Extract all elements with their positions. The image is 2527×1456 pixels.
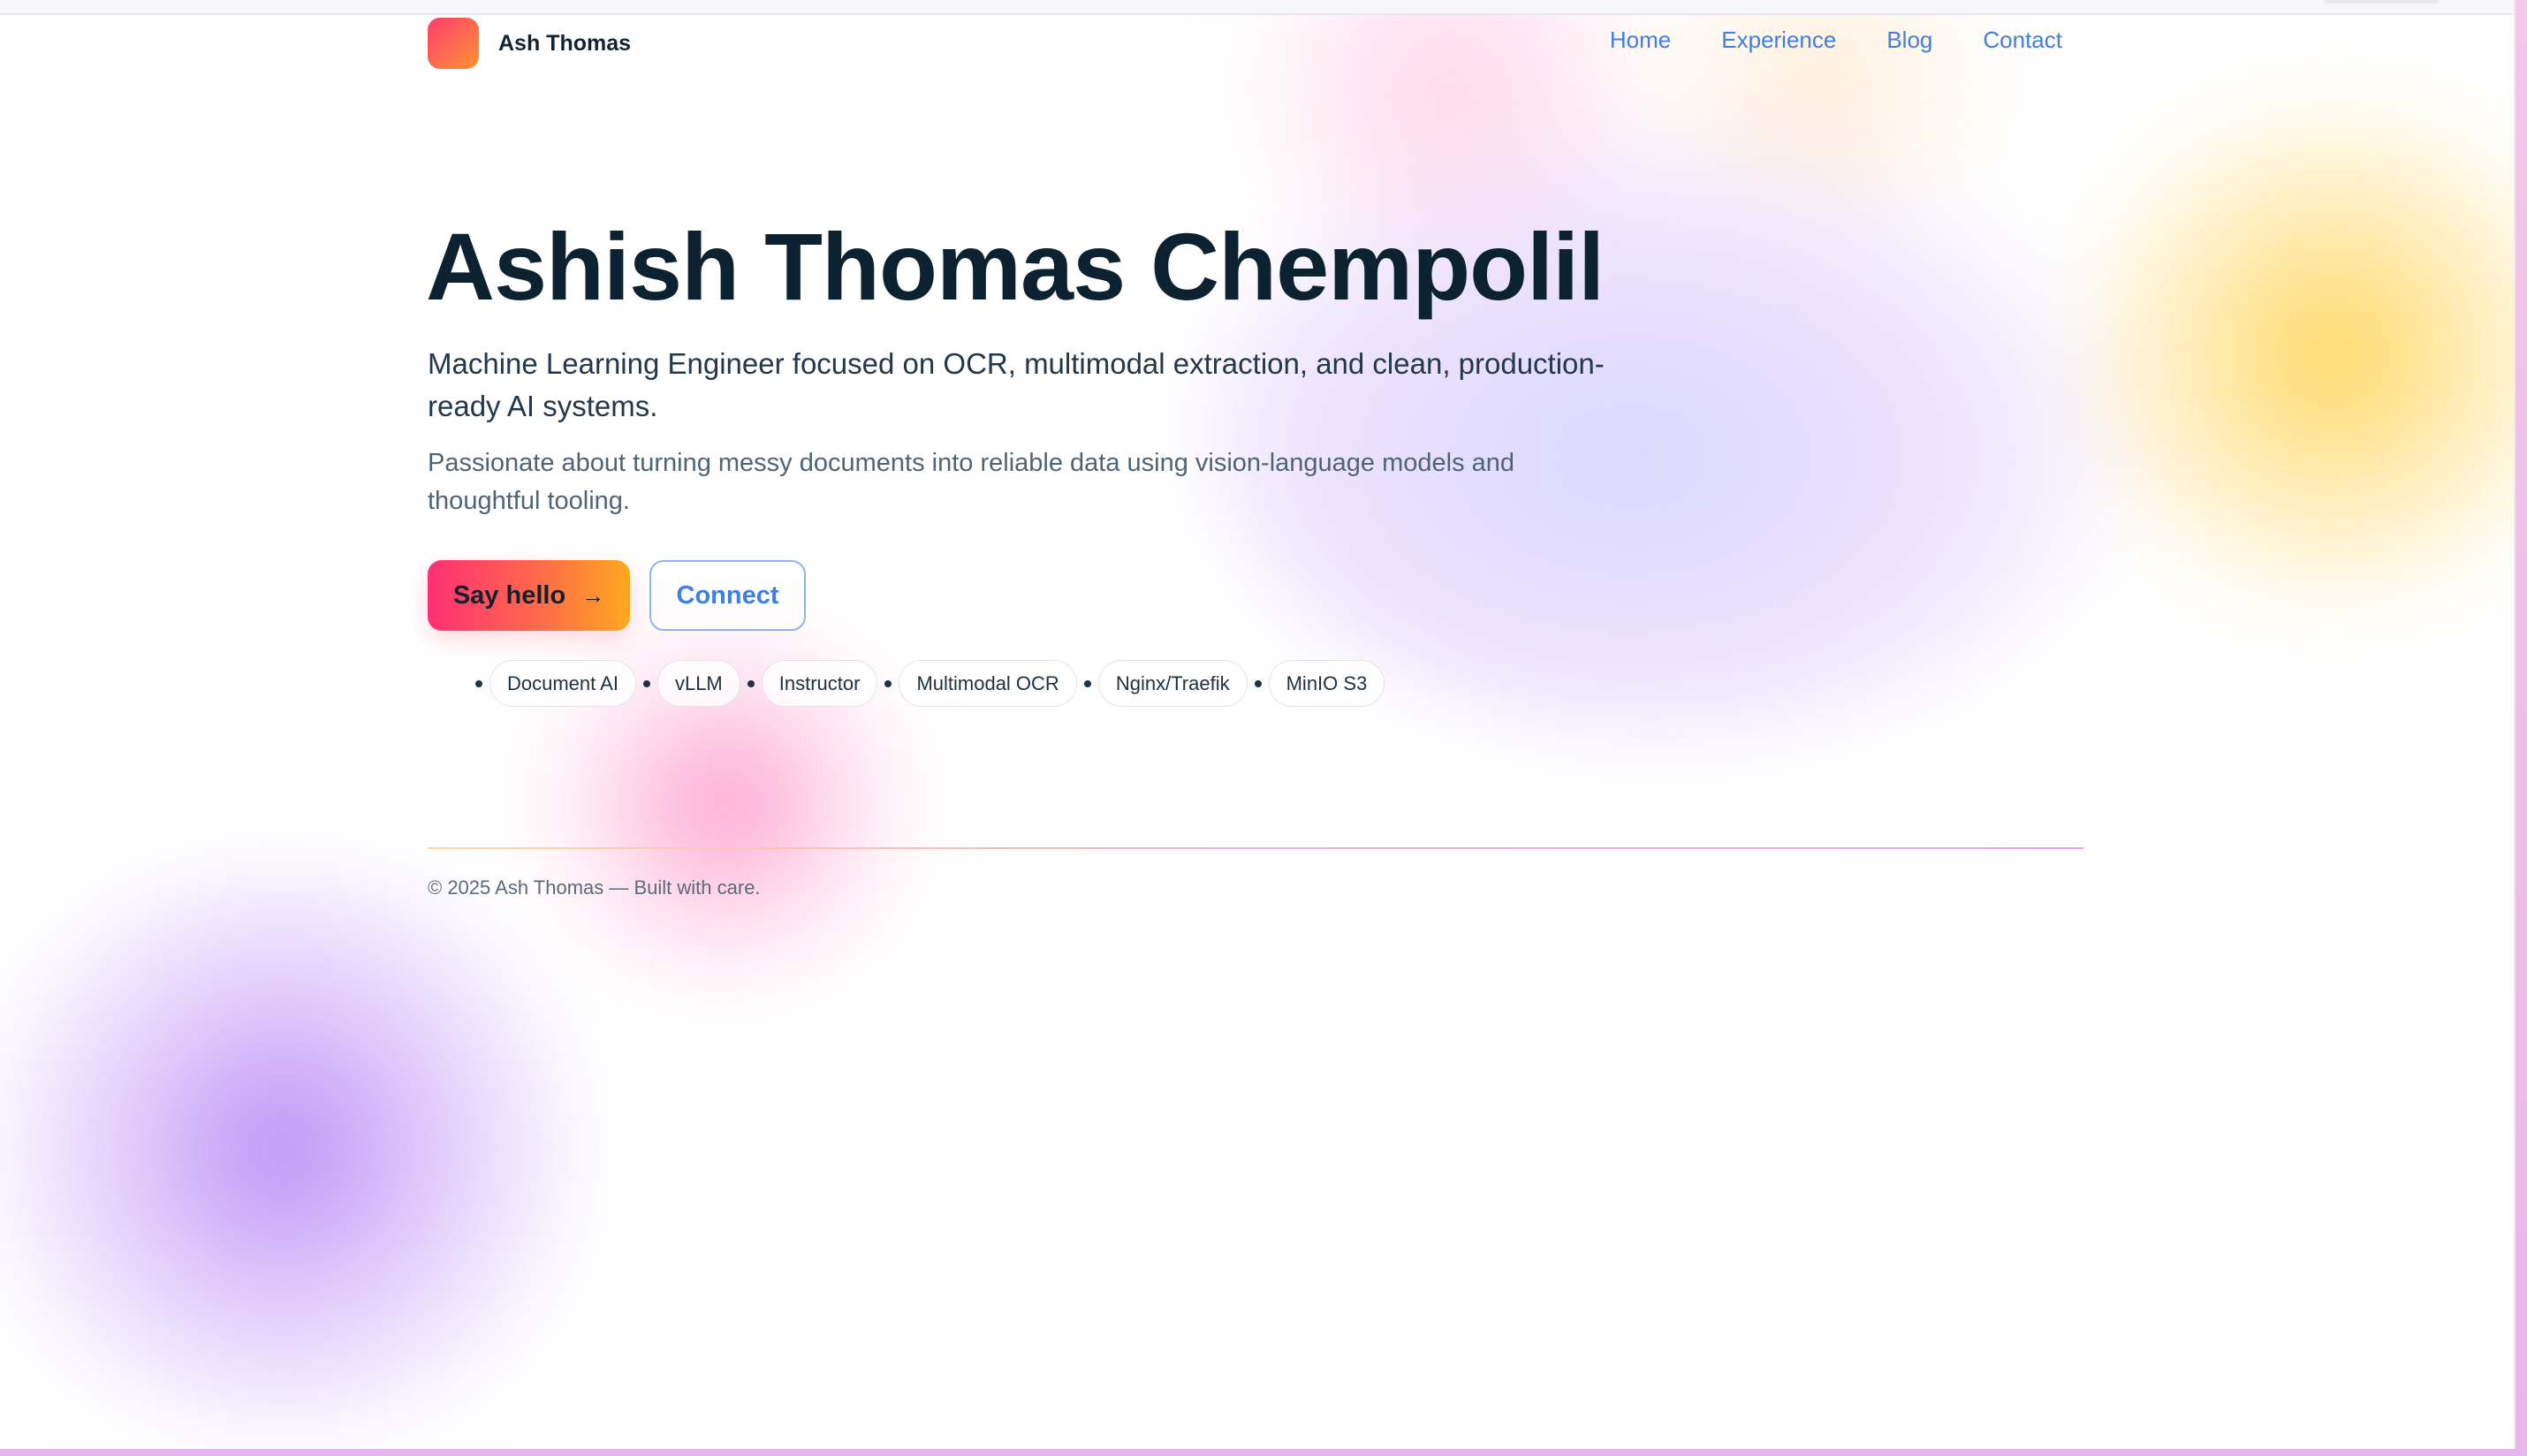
list-bullet	[1254, 679, 1262, 687]
skill-tag: Multimodal OCR	[899, 660, 1077, 707]
hero-description: Passionate about turning messy documents…	[428, 449, 1515, 515]
list-bullet	[642, 679, 650, 687]
arrow-right-icon: →	[581, 581, 605, 609]
brand-name: Ash Thomas	[498, 30, 632, 56]
list-bullet	[475, 679, 482, 687]
list-bullet	[747, 679, 755, 687]
hero-subtitle: Machine Learning Engineer focused on OCR…	[428, 347, 1605, 422]
say-hello-button[interactable]: Say hello →	[428, 560, 630, 631]
page-content: Ash Thomas Home Experience Blog Contact …	[0, 0, 2527, 1456]
brand-logo-icon	[428, 18, 479, 69]
nav-blog-link[interactable]: Blog	[1886, 27, 1932, 54]
nav-contact-link[interactable]: Contact	[1983, 27, 2062, 54]
window-edge	[2516, 0, 2527, 1456]
skill-tag: Document AI	[489, 660, 636, 707]
skill-tag: MinIO S3	[1268, 660, 1385, 707]
say-hello-label: Say hello	[452, 580, 566, 610]
connect-button[interactable]: Connect	[649, 560, 806, 631]
main-nav: Home Experience Blog Contact	[1610, 27, 2062, 54]
brand-home-link[interactable]: Ash Thomas	[428, 18, 631, 69]
footer-divider	[428, 847, 2083, 849]
list-bullet	[1083, 679, 1091, 687]
list-bullet	[884, 679, 892, 687]
skill-tag: Instructor	[761, 660, 878, 707]
page-title: Ashish Thomas Chempolil	[426, 213, 1605, 320]
skill-tag: vLLM	[656, 660, 740, 707]
nav-home-link[interactable]: Home	[1610, 27, 1671, 54]
site-footer: © 2025 Ash Thomas — Built with care.	[428, 876, 761, 899]
skill-tag-list: Document AI vLLM Instructor Multimodal O…	[468, 660, 1385, 707]
window-bottom-edge	[0, 1449, 2527, 1456]
nav-experience-link[interactable]: Experience	[1721, 27, 1836, 54]
skill-tag: Nginx/Traefik	[1097, 660, 1248, 707]
page: Ash Thomas Home Experience Blog Contact …	[0, 0, 2527, 1456]
